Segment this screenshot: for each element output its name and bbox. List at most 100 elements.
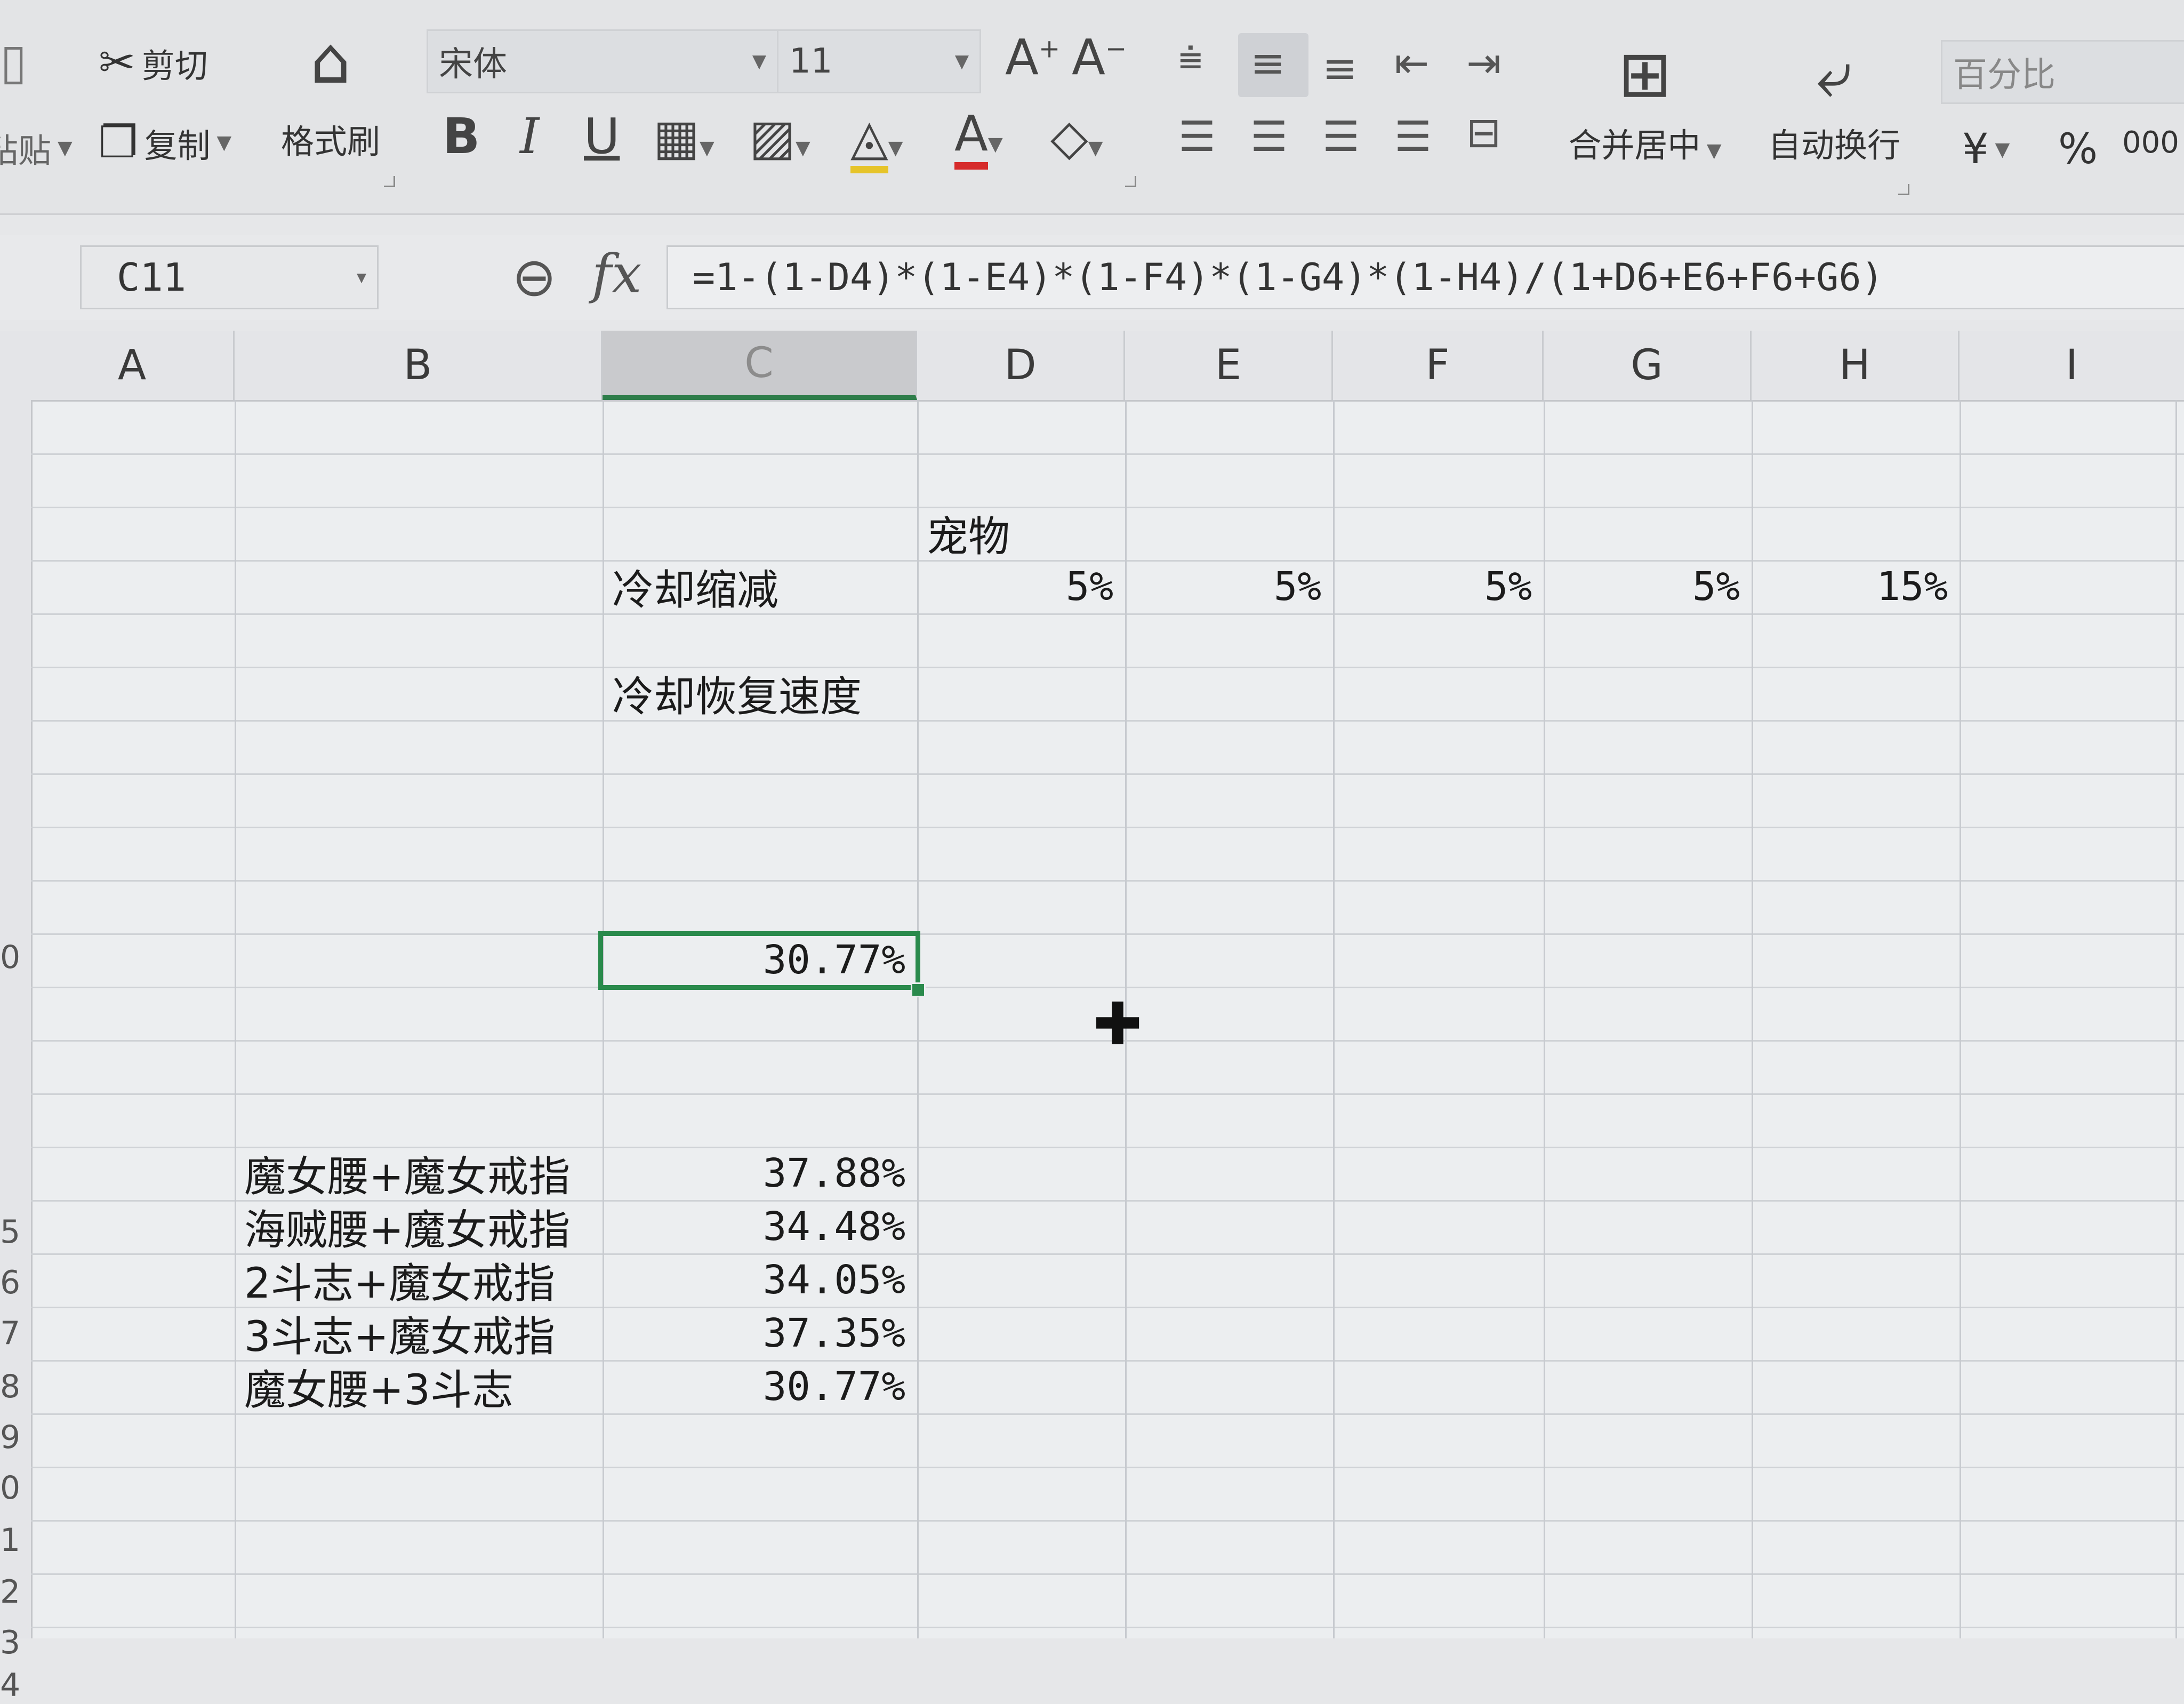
- underline-button[interactable]: U: [584, 112, 620, 161]
- combo-name-cell[interactable]: 2斗志+魔女戒指: [235, 1253, 603, 1308]
- font-size-select[interactable]: 11 ▼: [778, 29, 981, 93]
- row-header-number[interactable]: 9: [0, 1421, 31, 1453]
- italic-button[interactable]: I: [520, 112, 539, 161]
- increase-font-size-icon[interactable]: A+: [1005, 33, 1060, 82]
- justify-icon[interactable]: ☰: [1394, 116, 1432, 158]
- column-header-bar: A B C D E F G H I: [0, 331, 2184, 402]
- alignment-group-launcher[interactable]: [1898, 184, 1909, 195]
- row-header-number[interactable]: 7: [0, 1317, 31, 1349]
- font-color-icon[interactable]: A▼: [954, 105, 1003, 170]
- row-header-number[interactable]: 5: [0, 1216, 31, 1248]
- name-box-value: C11: [117, 255, 187, 300]
- cell-d3-pet-header[interactable]: 宠物: [917, 507, 1125, 561]
- combo-value-cell[interactable]: 34.48%: [603, 1200, 917, 1253]
- grid-line: [31, 1520, 2184, 1522]
- bold-button[interactable]: B: [443, 112, 480, 161]
- cell-f4[interactable]: 5%: [1333, 560, 1544, 613]
- thousands-button[interactable]: 000: [2122, 125, 2179, 160]
- column-header-c[interactable]: C: [603, 331, 917, 400]
- distributed-align-icon[interactable]: ⊟: [1466, 112, 1501, 154]
- chevron-down-icon: ▼: [954, 51, 969, 72]
- cell-h4[interactable]: 15%: [1752, 560, 1960, 613]
- grid-line: [31, 720, 2184, 722]
- combo-value-cell[interactable]: 30.77%: [603, 1360, 917, 1413]
- cut-button[interactable]: ✂ 剪切: [99, 37, 208, 88]
- column-header-h[interactable]: H: [1752, 331, 1960, 400]
- copy-icon: ❐: [99, 117, 138, 168]
- chevron-down-icon: ▼: [752, 51, 766, 72]
- formula-input[interactable]: =1-(1-D4)*(1-E4)*(1-F4)*(1-G4)*(1-H4)/(1…: [667, 245, 2184, 309]
- align-center-icon[interactable]: ☰: [1250, 116, 1288, 158]
- combo-value-cell[interactable]: 34.05%: [603, 1253, 917, 1307]
- combo-value-cell[interactable]: 37.35%: [603, 1307, 917, 1360]
- increase-indent-icon[interactable]: ⇥: [1466, 43, 1501, 84]
- column-header-b[interactable]: B: [235, 331, 603, 400]
- column-header-d[interactable]: D: [917, 331, 1125, 400]
- column-header-f[interactable]: F: [1333, 331, 1544, 400]
- cell-c6-cooldown-recovery-label[interactable]: 冷却恢复速度: [603, 667, 917, 721]
- paste-icon[interactable]: ▯: [0, 37, 27, 86]
- number-format-select[interactable]: 百分比: [1941, 40, 2184, 104]
- copy-button[interactable]: ❐ 复制 ▼: [99, 117, 231, 168]
- decrease-font-size-icon[interactable]: A−: [1072, 33, 1127, 82]
- cross-cursor-icon: ✚: [1093, 990, 1143, 1058]
- column-header-g[interactable]: G: [1544, 331, 1752, 400]
- cell-g4[interactable]: 5%: [1544, 560, 1752, 613]
- row-header-number[interactable]: 3: [0, 1627, 31, 1659]
- column-header-e[interactable]: E: [1125, 331, 1333, 400]
- name-box[interactable]: C11 ▼: [80, 245, 379, 309]
- row-header-number[interactable]: 0: [0, 941, 31, 973]
- chevron-down-icon: ▼: [356, 268, 366, 287]
- auto-wrap-button[interactable]: ⤶ 自动换行: [1754, 43, 1914, 166]
- column-header-i[interactable]: I: [1960, 331, 2184, 400]
- column-header-a[interactable]: A: [31, 331, 235, 400]
- grid-line: [235, 400, 236, 1638]
- clipboard-group-launcher[interactable]: [384, 176, 395, 187]
- align-left-icon[interactable]: ☰: [1178, 116, 1216, 158]
- cell-e4[interactable]: 5%: [1125, 560, 1333, 613]
- align-bottom-icon[interactable]: ≡: [1322, 48, 1357, 90]
- currency-button[interactable]: ¥ ▼: [1962, 125, 2010, 173]
- align-right-icon[interactable]: ☰: [1322, 116, 1360, 158]
- chevron-down-icon: ▼: [216, 132, 232, 154]
- grid-line: [31, 933, 2184, 935]
- combo-name-cell[interactable]: 魔女腰+魔女戒指: [235, 1147, 603, 1201]
- cell-d4[interactable]: 5%: [917, 560, 1125, 613]
- format-painter-button[interactable]: ⌂ 格式刷: [277, 29, 384, 163]
- combo-name-cell[interactable]: 魔女腰+3斗志: [235, 1360, 603, 1414]
- combo-name-cell[interactable]: 海贼腰+魔女戒指: [235, 1200, 603, 1254]
- combo-value-cell[interactable]: 37.88%: [603, 1147, 917, 1200]
- cell-c4-cooldown-reduction-label[interactable]: 冷却缩减: [603, 560, 917, 614]
- function-icon[interactable]: fx: [592, 247, 641, 301]
- spreadsheet-grid[interactable]: A B C D E F G H I 0 5 6 7 8 9 0 1 2 3 4: [0, 331, 2184, 1701]
- clear-format-icon[interactable]: ◇▼: [1050, 113, 1103, 162]
- grid-line: [1960, 400, 1961, 1638]
- row-header-number[interactable]: 2: [0, 1576, 31, 1608]
- decrease-indent-icon[interactable]: ⇤: [1394, 43, 1429, 84]
- chevron-down-icon: ▼: [1700, 140, 1722, 162]
- row-header-number[interactable]: 6: [0, 1267, 31, 1299]
- row-header-number[interactable]: 8: [0, 1371, 31, 1403]
- fill-handle[interactable]: [911, 982, 926, 997]
- grid-line: [31, 1093, 2184, 1095]
- grid-line: [31, 613, 2184, 615]
- font-name-select[interactable]: 宋体 ▼: [427, 29, 778, 93]
- fill-color-icon[interactable]: ◬▼: [850, 109, 903, 173]
- paste-button[interactable]: 粘贴 ▼: [0, 124, 73, 172]
- border-icon[interactable]: ▦▼: [653, 113, 714, 162]
- active-cell-border: [598, 931, 920, 990]
- merge-center-button[interactable]: ⊞ 合并居中 ▼: [1557, 43, 1733, 166]
- merge-center-label: 合并居中: [1568, 126, 1701, 165]
- percent-button[interactable]: %: [2058, 125, 2098, 173]
- zoom-out-icon[interactable]: ⊖: [512, 251, 557, 304]
- align-top-icon[interactable]: ⩧: [1178, 37, 1203, 79]
- row-header-number[interactable]: 0: [0, 1472, 31, 1504]
- font-size-value: 11: [789, 42, 833, 81]
- row-header-number[interactable]: 4: [0, 1669, 31, 1701]
- align-middle-icon[interactable]: ≡: [1250, 43, 1285, 84]
- fill-pattern-icon[interactable]: ▨▼: [749, 113, 810, 162]
- font-group-launcher[interactable]: [1125, 176, 1136, 187]
- combo-name-cell[interactable]: 3斗志+魔女戒指: [235, 1307, 603, 1361]
- row-header-number[interactable]: 1: [0, 1524, 31, 1556]
- merge-cells-icon: ⊞: [1618, 37, 1672, 111]
